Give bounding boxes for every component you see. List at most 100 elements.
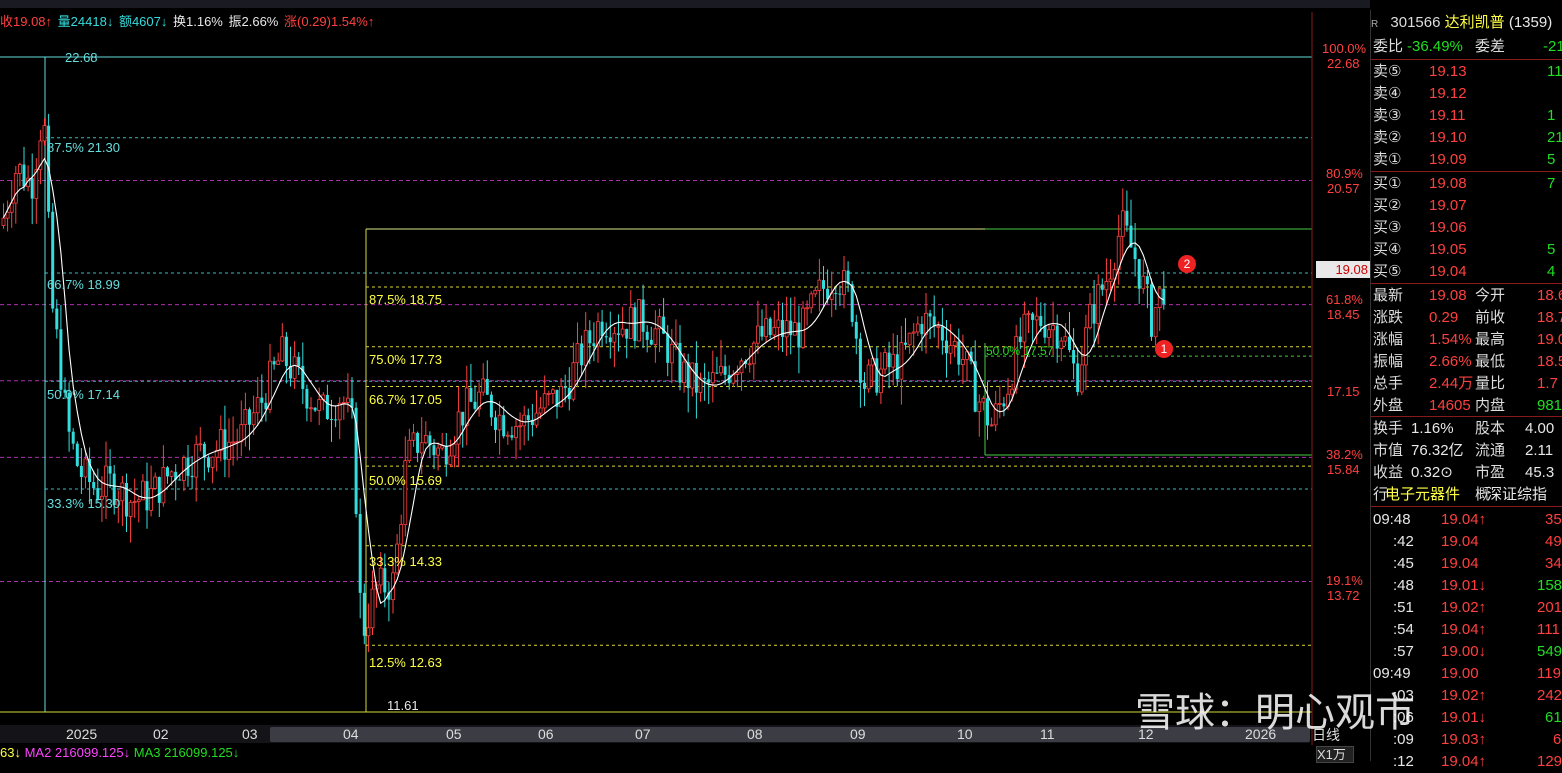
fundamental-label: 换手 (1373, 420, 1404, 437)
quote-row[interactable]: 外盘 14605 内盘 981 (1371, 395, 1562, 417)
candle (75, 441, 79, 468)
bid-row[interactable]: 买③ 19.06 (1371, 217, 1562, 239)
candle (313, 407, 317, 413)
quote-row[interactable]: 总手 2.44万 量比 1.7 (1371, 373, 1562, 395)
candle (235, 428, 240, 461)
fundamental-value: 2.11 (1525, 442, 1554, 459)
candle (514, 418, 518, 460)
stock-code: 301566 (1390, 14, 1441, 31)
bid-label: 买③ (1373, 219, 1402, 236)
tick-row[interactable]: :48 19.01↓ 158 (1371, 575, 1562, 597)
tick-time: :12 (1393, 753, 1414, 770)
tick-volume: 34 (1545, 555, 1562, 572)
axis-price-label: 13.72 (1327, 588, 1360, 603)
candle (822, 266, 825, 307)
quote-row[interactable]: 涨跌 0.29 前收 18.7 (1371, 307, 1562, 329)
tick-row[interactable]: 09:48 19.04↑ 35 (1371, 509, 1562, 531)
fib-label: 66.7% 17.05 (369, 392, 443, 407)
close-price-readout: 收19.08↑ (0, 14, 53, 29)
ask-label: 卖③ (1373, 107, 1402, 124)
bid-row[interactable]: 买② 19.07 (1371, 195, 1562, 217)
candle (567, 367, 571, 411)
candle (1157, 288, 1162, 331)
tick-row[interactable]: :57 19.00↓ 549 (1371, 641, 1562, 663)
fib-label: 87.5% 18.75 (369, 292, 443, 307)
candle (977, 394, 982, 437)
candlestick-chart[interactable] (0, 0, 1370, 745)
candle (181, 455, 186, 492)
tick-volume: 201 (1537, 599, 1562, 616)
axis-pct-label: 80.9% (1326, 166, 1363, 181)
tick-volume: 158 (1537, 577, 1562, 594)
candle (194, 435, 199, 502)
ask-row[interactable]: 卖① 19.09 5 (1371, 149, 1562, 171)
candle (1072, 328, 1076, 380)
bid-row[interactable]: 买⑤ 19.04 4 (1371, 261, 1562, 283)
quote-value: 18.6 (1537, 287, 1562, 304)
fundamental-row[interactable]: 市值 76.32亿 流通 2.11 (1371, 440, 1562, 462)
concept-value[interactable]: 深证综指 (1487, 484, 1547, 506)
fib-label: 12.5% 12.63 (369, 655, 443, 670)
volume-scale-button[interactable]: X1万 (1316, 746, 1354, 763)
candle (1116, 214, 1121, 285)
axis-pct-label: 61.8% (1326, 292, 1363, 307)
tick-volume: 6 (1553, 731, 1562, 748)
candle (128, 499, 133, 543)
quote-row[interactable]: 涨幅 1.54%最高 19.0 (1371, 329, 1562, 351)
ask-row[interactable]: 卖④ 19.12 (1371, 83, 1562, 105)
annotation-badge-2[interactable]: 2 (1178, 255, 1196, 273)
order-ratio-label: 委比 (1373, 38, 1404, 55)
fib-label: 50.0% 17.14 (47, 387, 121, 402)
candle (1120, 188, 1125, 260)
candle (485, 360, 489, 396)
tick-row[interactable]: :51 19.02↑ 201 (1371, 597, 1562, 619)
tick-row[interactable]: :42 19.04 49 (1371, 531, 1562, 553)
candle (858, 332, 862, 408)
industry-value[interactable]: 电子元器件 (1385, 484, 1460, 506)
fundamental-row[interactable]: 收益 0.32⊙ 市盈 45.3 (1371, 462, 1562, 484)
candle (751, 341, 756, 380)
candle (407, 428, 412, 463)
candle (370, 570, 375, 636)
fib-label: 66.7% 18.99 (47, 277, 121, 292)
amplitude-readout: 振2.66% (228, 14, 279, 29)
candle (866, 359, 871, 393)
ask-row[interactable]: 卖⑤ 19.13 11 (1371, 61, 1562, 83)
fundamental-row[interactable]: 换手 1.16% 股本 4.00 (1371, 418, 1562, 440)
candle (1162, 271, 1166, 310)
tick-price: 19.04↑ (1441, 621, 1487, 638)
ask-label: 卖② (1373, 129, 1402, 146)
tick-row[interactable]: :45 19.04 34 (1371, 553, 1562, 575)
bid-row[interactable]: 买① 19.08 7 (1371, 173, 1562, 195)
tick-price: 19.00 (1441, 665, 1479, 682)
axis-price-label: 18.45 (1327, 307, 1360, 322)
separator (1371, 171, 1562, 172)
ask-row[interactable]: 卖② 19.10 21 (1371, 127, 1562, 149)
quote-row[interactable]: 振幅 2.66%最低 18.5 (1371, 351, 1562, 373)
candle (957, 328, 961, 376)
candle (477, 382, 482, 417)
bid-row[interactable]: 买④ 19.05 5 (1371, 239, 1562, 261)
candle (637, 299, 641, 342)
ma1-value: 63↓ (0, 745, 21, 760)
quote-value: 1.54% (1429, 331, 1472, 348)
candle (223, 405, 227, 478)
candle (1043, 302, 1047, 344)
candle (981, 395, 986, 411)
tick-row[interactable]: :12 19.04↑ 129 (1371, 751, 1562, 773)
candle (518, 412, 522, 451)
fib-label: 50.0% 17.57 (986, 344, 1054, 358)
fundamental-value: 1.16% (1411, 420, 1454, 437)
separator (1371, 506, 1562, 507)
ask-volume: 21 (1547, 129, 1562, 146)
candle (522, 405, 527, 446)
ask-row[interactable]: 卖③ 19.11 1 (1371, 105, 1562, 127)
candle (719, 340, 723, 376)
candle (883, 348, 887, 374)
tick-row[interactable]: :54 19.04↑ 111 (1371, 619, 1562, 641)
candle (907, 332, 912, 354)
quote-row[interactable]: 最新 19.08 今开 18.6 (1371, 285, 1562, 307)
candle (1084, 314, 1088, 391)
annotation-badge-1[interactable]: 1 (1155, 340, 1173, 358)
axis-price-label: 15.84 (1327, 462, 1360, 477)
